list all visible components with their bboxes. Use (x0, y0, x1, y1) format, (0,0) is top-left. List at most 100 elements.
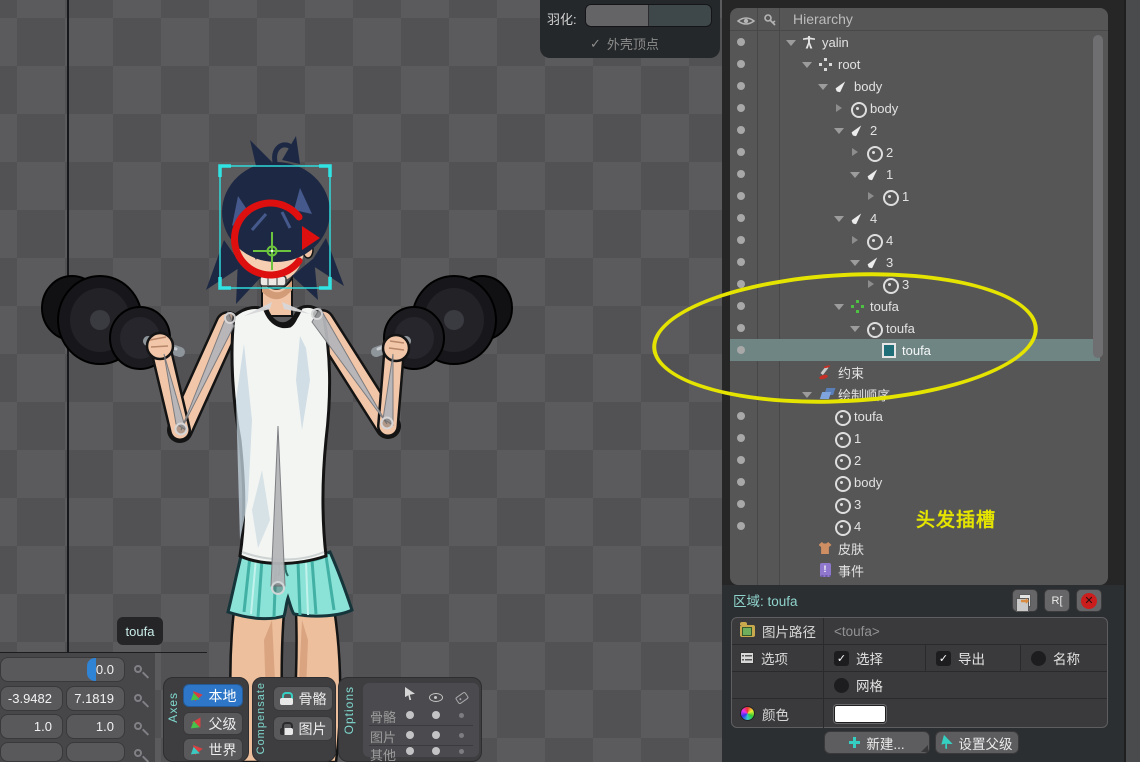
images-name-dot[interactable] (459, 733, 464, 738)
set-parent-button[interactable]: 设置父级 (935, 731, 1019, 754)
visibility-dot[interactable] (737, 126, 745, 134)
expander-open-icon[interactable] (834, 125, 844, 135)
mesh-checkbox[interactable] (834, 678, 849, 693)
visibility-dot[interactable] (737, 148, 745, 156)
image-path-value[interactable]: <toufa> (824, 618, 880, 644)
hierarchy-row[interactable]: 3 (730, 251, 1100, 273)
visibility-dot[interactable] (737, 104, 745, 112)
node-label[interactable]: 4 (870, 211, 877, 226)
hierarchy-row[interactable]: 2 (730, 141, 1100, 163)
visibility-dot[interactable] (737, 214, 745, 222)
hierarchy-row[interactable]: yalin (730, 31, 1100, 53)
viewport-canvas[interactable]: toufa (0, 0, 722, 762)
expander-open-icon[interactable] (834, 213, 844, 223)
axes-local-button[interactable]: 本地 (183, 684, 243, 707)
other-select-dot[interactable] (406, 747, 414, 755)
feather-slider[interactable] (585, 4, 712, 27)
other-visible-dot[interactable] (432, 747, 440, 755)
expander-open-icon[interactable] (818, 81, 828, 91)
shear-y-field[interactable] (66, 742, 125, 762)
key-scale-button[interactable] (127, 714, 149, 738)
bones-visible-dot[interactable] (432, 711, 440, 719)
node-label[interactable]: 1 (886, 167, 893, 182)
export-checkbox[interactable]: ✓ (936, 651, 951, 666)
node-label[interactable]: 4 (854, 519, 861, 534)
visibility-dot[interactable] (737, 192, 745, 200)
hierarchy-row[interactable]: body (730, 75, 1100, 97)
expander-closed-icon[interactable] (834, 103, 844, 113)
node-label[interactable]: 3 (886, 255, 893, 270)
node-label[interactable]: 1 (854, 431, 861, 446)
other-name-dot[interactable] (459, 749, 464, 754)
hierarchy-row[interactable]: body (730, 97, 1100, 119)
node-label[interactable]: root (838, 57, 860, 72)
node-label[interactable]: body (854, 475, 882, 490)
hierarchy-row[interactable]: 1 (730, 185, 1100, 207)
visibility-dot[interactable] (737, 38, 745, 46)
hierarchy-row[interactable]: body (730, 471, 1100, 493)
node-label[interactable]: 2 (854, 453, 861, 468)
hierarchy-row[interactable]: 1 (730, 163, 1100, 185)
expander-open-icon[interactable] (850, 169, 860, 179)
panel-resize-strip[interactable] (1124, 0, 1140, 762)
visibility-dot[interactable] (737, 82, 745, 90)
hierarchy-row[interactable]: 2 (730, 449, 1100, 471)
images-visible-dot[interactable] (432, 731, 440, 739)
visibility-dot[interactable] (737, 522, 745, 530)
duplicate-button[interactable] (1012, 589, 1038, 612)
hierarchy-row[interactable]: toufa (730, 405, 1100, 427)
hierarchy-row[interactable]: 3 (730, 493, 1100, 515)
visibility-dot[interactable] (737, 60, 745, 68)
hierarchy-row[interactable]: 4 (730, 515, 1100, 537)
visibility-dot[interactable] (737, 258, 745, 266)
expander-open-icon[interactable] (786, 37, 796, 47)
node-label[interactable]: 事件 (838, 561, 864, 580)
node-label[interactable]: 1 (902, 189, 909, 204)
hierarchy-scrollbar[interactable] (1093, 35, 1103, 358)
shear-x-field[interactable] (0, 742, 63, 762)
hierarchy-row[interactable]: 1 (730, 427, 1100, 449)
scale-y-field[interactable]: 1.0 (66, 714, 125, 739)
compensate-images-button[interactable]: 图片 (273, 716, 333, 741)
expander-closed-icon[interactable] (850, 147, 860, 157)
node-label[interactable]: 2 (886, 145, 893, 160)
key-shear-button[interactable] (127, 741, 149, 762)
images-select-dot[interactable] (406, 731, 414, 739)
key-rotate-button[interactable] (127, 657, 149, 681)
name-checkbox[interactable] (1031, 651, 1046, 666)
hierarchy-row[interactable]: 4 (730, 229, 1100, 251)
key-translate-button[interactable] (127, 686, 149, 710)
translate-x-field[interactable]: -3.9482 (0, 686, 63, 711)
visibility-dot[interactable] (737, 412, 745, 420)
axes-parent-button[interactable]: 父级 (183, 712, 243, 735)
hull-vertices-row[interactable]: ✓ 外壳顶点 (590, 34, 659, 53)
expander-open-icon[interactable] (802, 59, 812, 69)
translate-y-field[interactable]: 7.1819 (66, 686, 125, 711)
select-checkbox[interactable]: ✓ (834, 651, 849, 666)
hierarchy-row[interactable]: root (730, 53, 1100, 75)
rename-button[interactable]: R[ (1044, 589, 1070, 612)
visibility-dot[interactable] (737, 236, 745, 244)
node-label[interactable]: 2 (870, 123, 877, 138)
node-label[interactable]: 皮肤 (838, 539, 864, 558)
node-label[interactable]: body (854, 79, 882, 94)
expander-closed-icon[interactable] (866, 191, 876, 201)
compensate-bones-button[interactable]: 骨骼 (273, 686, 333, 711)
node-label[interactable]: toufa (854, 409, 883, 424)
expander-open-icon[interactable] (850, 257, 860, 267)
axes-world-button[interactable]: 世界 (183, 738, 243, 761)
node-label[interactable]: body (870, 101, 898, 116)
node-label[interactable]: yalin (822, 35, 849, 50)
visibility-dot[interactable] (737, 434, 745, 442)
hierarchy-row[interactable]: 事件 (730, 559, 1100, 581)
hierarchy-row[interactable]: 皮肤 (730, 537, 1100, 559)
new-attachment-button[interactable]: 新建... (824, 731, 930, 754)
hierarchy-row[interactable]: 2 (730, 119, 1100, 141)
color-swatch[interactable] (834, 705, 886, 723)
rotate-field[interactable]: 0.0 (0, 657, 125, 682)
visibility-dot[interactable] (737, 500, 745, 508)
hierarchy-row[interactable]: 4 (730, 207, 1100, 229)
node-label[interactable]: 3 (854, 497, 861, 512)
expander-closed-icon[interactable] (850, 235, 860, 245)
visibility-dot[interactable] (737, 478, 745, 486)
